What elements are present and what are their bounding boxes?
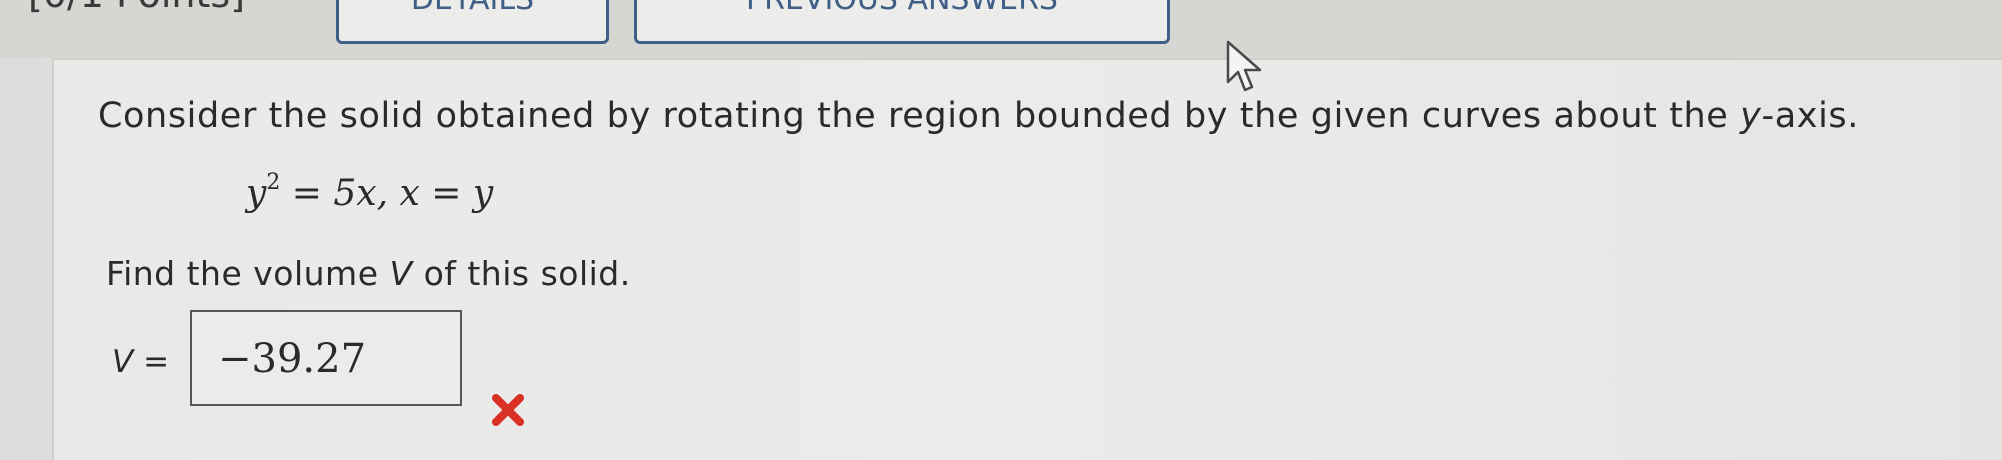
previous-answers-button[interactable]: PREVIOUS ANSWERS <box>634 0 1170 44</box>
mouse-cursor-icon <box>1226 40 1262 92</box>
question-prompt: Consider the solid obtained by rotating … <box>98 96 1859 136</box>
incorrect-x-icon <box>492 394 524 426</box>
instruction-text-2: of this solid. <box>412 254 631 293</box>
instruction-var: V <box>389 254 413 293</box>
answer-label: V = <box>112 344 169 380</box>
previous-answers-button-label: PREVIOUS ANSWERS <box>746 0 1058 17</box>
details-button-label: DETAILS <box>411 0 534 17</box>
question-prompt-axis: y <box>1740 96 1762 136</box>
question-prompt-text-1: Consider the solid obtained by rotating … <box>98 96 1741 136</box>
answer-value: −39.27 <box>218 336 367 382</box>
equation-lhs: y <box>246 173 267 214</box>
points-label: [0/1 Points] <box>28 0 245 16</box>
details-button[interactable]: DETAILS <box>336 0 609 44</box>
answer-input[interactable]: −39.27 <box>190 310 462 406</box>
answer-label-eq: = <box>133 344 170 380</box>
answer-label-var: V <box>112 344 134 380</box>
equation-rest: = 5x, x = y <box>280 173 494 214</box>
question-instruction: Find the volume V of this solid. <box>106 254 631 293</box>
question-prompt-text-2: -axis. <box>1761 96 1859 136</box>
given-curves-equation: y2 = 5x, x = y <box>246 170 493 214</box>
header-strip: [0/1 Points] DETAILS PREVIOUS ANSWERS <box>0 0 2002 58</box>
equation-exponent: 2 <box>266 170 281 195</box>
instruction-text-1: Find the volume <box>106 254 390 293</box>
